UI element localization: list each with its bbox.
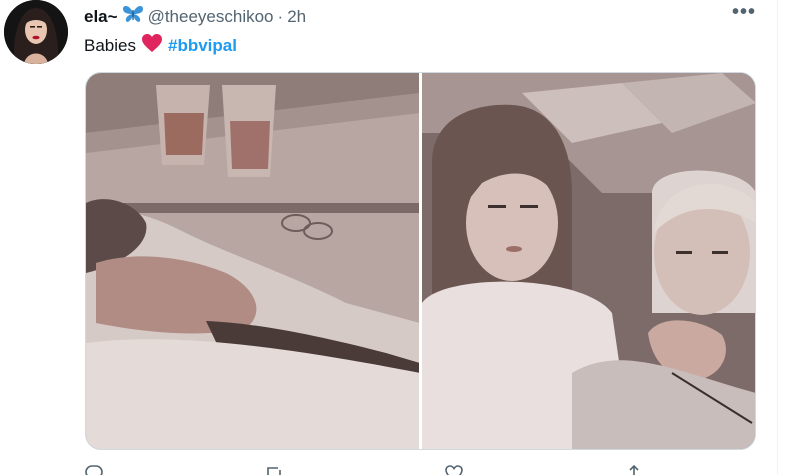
red-heart-icon	[141, 33, 163, 59]
avatar-image	[4, 0, 68, 64]
hashtag-link[interactable]: #bbvipal	[168, 35, 237, 57]
tweet-text-body: Babies	[84, 36, 136, 55]
media-grid	[85, 72, 756, 450]
butterfly-icon	[122, 4, 144, 29]
tweet[interactable]: ela~ @theeyeschikoo · 2h ••• Babies #bbv…	[0, 0, 785, 475]
tweet-header: ela~ @theeyeschikoo · 2h	[84, 4, 306, 29]
reply-icon[interactable]	[84, 464, 104, 475]
action-bar	[84, 464, 644, 475]
more-horizontal-icon: •••	[732, 1, 757, 23]
photo-sleeping-person	[86, 73, 419, 449]
header-separator: ·	[277, 6, 284, 26]
like-icon[interactable]	[444, 464, 464, 475]
share-icon[interactable]	[624, 464, 644, 475]
avatar[interactable]	[4, 0, 68, 64]
photo-left[interactable]	[86, 73, 419, 449]
timestamp[interactable]: 2h	[287, 7, 306, 27]
retweet-icon[interactable]	[264, 464, 284, 475]
more-options-button[interactable]: •••	[732, 2, 756, 22]
column-divider	[777, 0, 778, 475]
user-handle[interactable]: @theeyeschikoo	[148, 7, 274, 27]
photo-right[interactable]	[422, 73, 755, 449]
tweet-text: Babies #bbvipal	[84, 33, 237, 59]
display-name[interactable]: ela~	[84, 7, 118, 27]
photo-couple-in-bed	[422, 73, 755, 449]
